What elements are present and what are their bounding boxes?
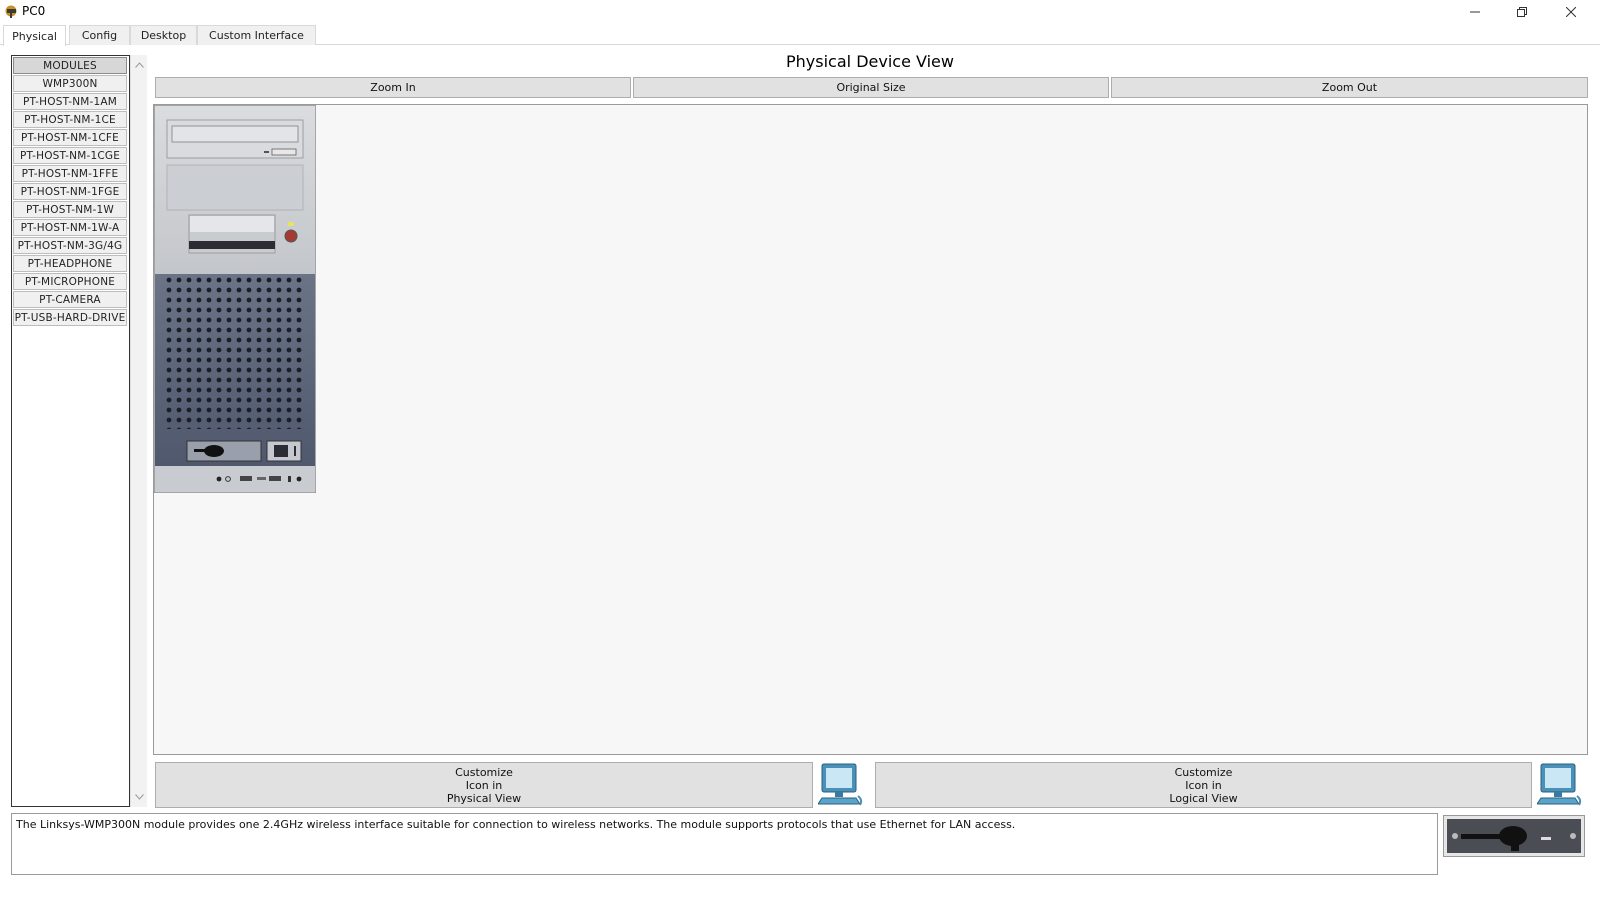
- tab-physical[interactable]: Physical: [3, 25, 66, 46]
- customize-physical-line1: Customize: [455, 765, 513, 779]
- page-title: Physical Device View: [786, 52, 954, 71]
- tab-bar: Physical Config Desktop Custom Interface: [0, 25, 1600, 46]
- minimize-button[interactable]: [1452, 0, 1498, 24]
- window-title: PC0: [22, 4, 46, 18]
- physical-device-canvas[interactable]: [153, 104, 1588, 755]
- close-icon: [1566, 7, 1576, 17]
- module-item[interactable]: PT-HOST-NM-1AM: [13, 93, 127, 110]
- module-item[interactable]: PT-HEADPHONE: [13, 255, 127, 272]
- packet-tracer-icon: [5, 5, 17, 18]
- customize-logical-icon-button[interactable]: Customize Icon in Logical View: [875, 762, 1532, 808]
- chevron-down-icon: [134, 794, 144, 800]
- module-item[interactable]: WMP300N: [13, 75, 127, 92]
- tab-desktop[interactable]: Desktop: [130, 25, 197, 45]
- chevron-up-icon: [134, 62, 144, 68]
- module-item[interactable]: PT-USB-HARD-DRIVE: [13, 309, 127, 326]
- customize-logical-line1: Customize: [1174, 765, 1233, 779]
- module-description: The Linksys-WMP300N module provides one …: [11, 813, 1438, 875]
- module-item[interactable]: PT-HOST-NM-1FFE: [13, 165, 127, 182]
- scroll-down-arrow[interactable]: [131, 789, 147, 805]
- customize-physical-line2: Icon in: [465, 778, 503, 792]
- module-item[interactable]: PT-CAMERA: [13, 291, 127, 308]
- module-item[interactable]: PT-HOST-NM-1W-A: [13, 219, 127, 236]
- customize-physical-line3: Physical View: [446, 791, 522, 805]
- pc-tower-image[interactable]: [154, 105, 316, 493]
- minimize-icon: [1470, 11, 1480, 13]
- restore-icon: [1517, 7, 1527, 17]
- wmp300n-module-image: [1443, 815, 1585, 857]
- module-item[interactable]: PT-HOST-NM-3G/4G: [13, 237, 127, 254]
- customize-logical-line3: Logical View: [1169, 791, 1238, 805]
- module-item[interactable]: PT-HOST-NM-1FGE: [13, 183, 127, 200]
- tab-config[interactable]: Config: [69, 25, 130, 45]
- restore-button[interactable]: [1499, 0, 1545, 24]
- title-bar: PC0: [0, 0, 1600, 24]
- pc-physical-icon: [818, 763, 863, 806]
- customize-physical-icon-button[interactable]: Customize Icon in Physical View: [155, 762, 813, 808]
- module-item[interactable]: PT-HOST-NM-1CFE: [13, 129, 127, 146]
- module-item[interactable]: PT-MICROPHONE: [13, 273, 127, 290]
- zoom-out-button[interactable]: Zoom Out: [1111, 77, 1588, 98]
- zoom-in-button[interactable]: Zoom In: [155, 77, 631, 98]
- pc-logical-icon: [1537, 763, 1582, 806]
- modules-list: MODULES WMP300N PT-HOST-NM-1AM PT-HOST-N…: [11, 55, 130, 807]
- close-button[interactable]: [1548, 0, 1594, 24]
- module-item[interactable]: PT-HOST-NM-1W: [13, 201, 127, 218]
- original-size-button[interactable]: Original Size: [633, 77, 1109, 98]
- module-item[interactable]: PT-HOST-NM-1CGE: [13, 147, 127, 164]
- module-item[interactable]: PT-HOST-NM-1CE: [13, 111, 127, 128]
- tab-custom-interface[interactable]: Custom Interface: [197, 25, 316, 45]
- scroll-up-arrow[interactable]: [131, 57, 147, 73]
- modules-header: MODULES: [13, 57, 127, 74]
- customize-logical-line2: Icon in: [1185, 778, 1222, 792]
- modules-scrollbar[interactable]: [130, 55, 147, 807]
